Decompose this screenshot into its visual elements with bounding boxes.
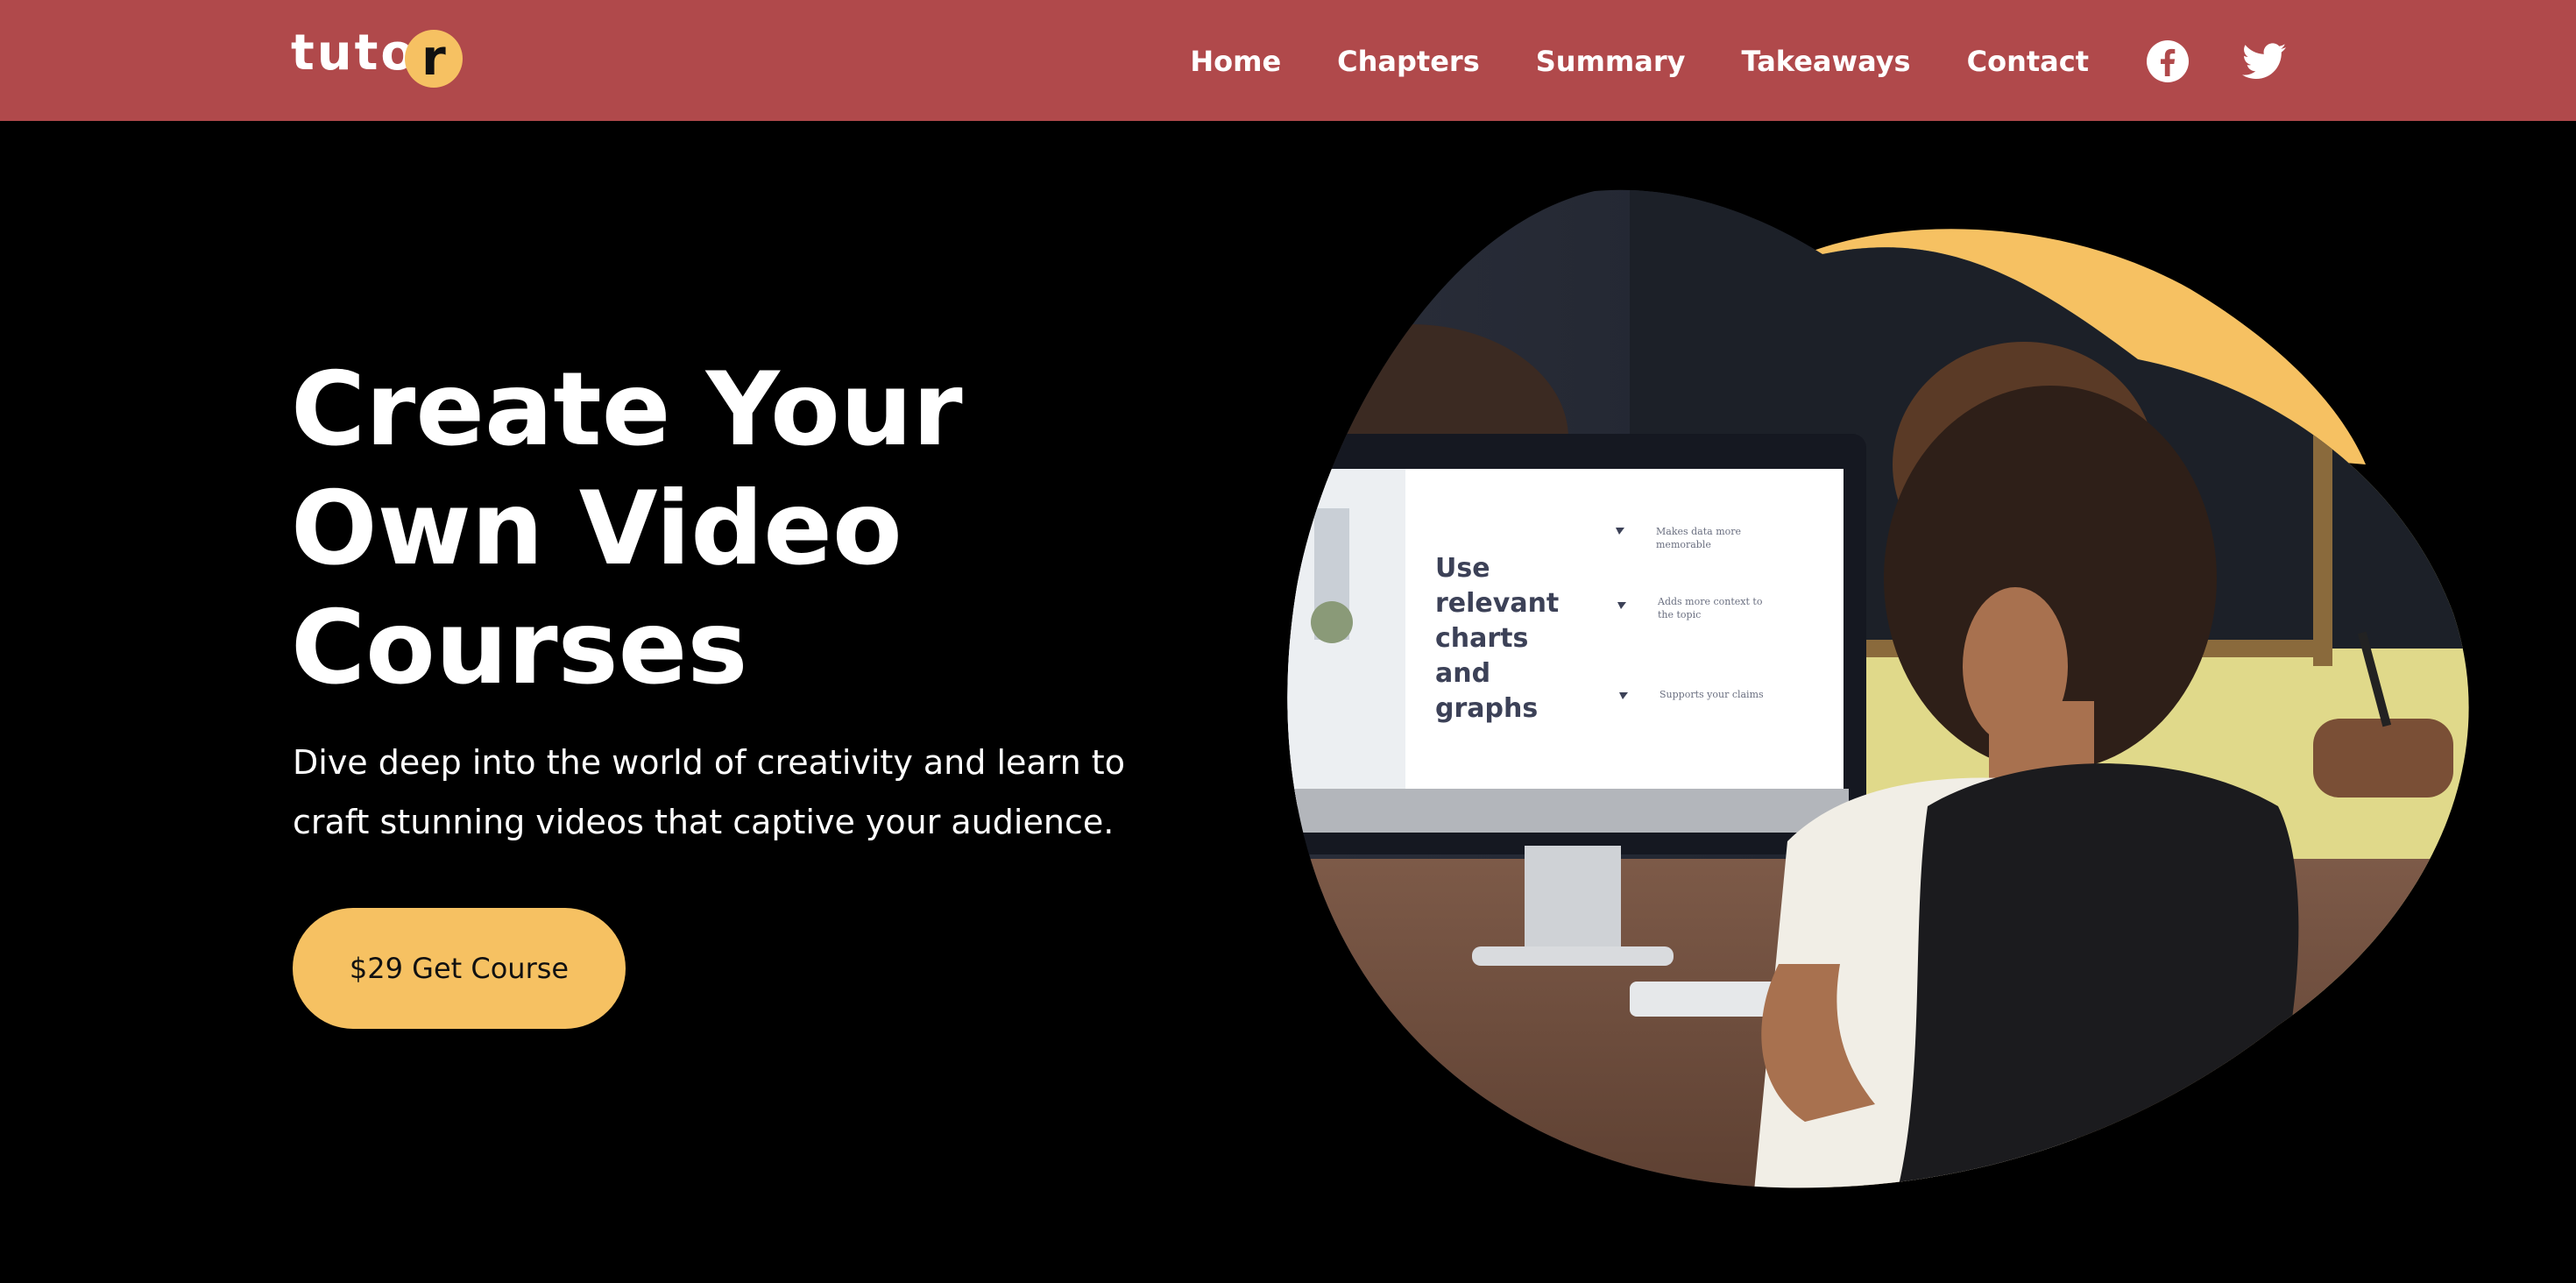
nav-contact[interactable]: Contact — [1967, 45, 2089, 78]
slide-bullet-line: Supports your claims — [1660, 689, 1764, 700]
logo-letter-badge: r — [404, 30, 463, 88]
hero-illustration: Use relevant charts and graphs Makes dat… — [1287, 189, 2469, 1188]
slide-bullet-line: memorable — [1656, 539, 1711, 550]
hero-title: Create Your Own Video Courses — [291, 351, 963, 707]
slide-bullet: Supports your claims — [1660, 689, 1764, 700]
logo-text: tuto — [291, 25, 417, 82]
slide-heading-line: charts — [1435, 623, 1528, 654]
slide-bullet-line: Makes data more — [1656, 526, 1741, 537]
slide-bullet-line: the topic — [1658, 609, 1701, 620]
hero-subtitle: Dive deep into the world of creativity a… — [293, 743, 1125, 841]
site-header: tuto r Home Chapters Summary Takeaways C… — [0, 0, 2576, 121]
slide-heading-line: graphs — [1435, 693, 1538, 724]
nav-takeaways[interactable]: Takeaways — [1742, 45, 1911, 78]
facebook-icon[interactable] — [2145, 39, 2190, 84]
twitter-icon[interactable] — [2241, 39, 2287, 84]
get-course-button[interactable]: $29 Get Course — [293, 908, 626, 1029]
slide-bullet-line: Adds more context to — [1657, 596, 1763, 607]
tutor-logo[interactable]: tuto r — [291, 23, 463, 88]
nav-home[interactable]: Home — [1190, 45, 1281, 78]
nav-summary[interactable]: Summary — [1536, 45, 1686, 78]
classroom-photo: Use relevant charts and graphs Makes dat… — [1287, 189, 2469, 1188]
main-nav: Home Chapters Summary Takeaways Contact — [1190, 35, 2287, 88]
slide-heading-line: relevant — [1435, 588, 1559, 619]
slide-heading-line: Use — [1435, 553, 1490, 584]
slide-heading-line: and — [1435, 658, 1490, 689]
nav-chapters[interactable]: Chapters — [1337, 45, 1480, 78]
